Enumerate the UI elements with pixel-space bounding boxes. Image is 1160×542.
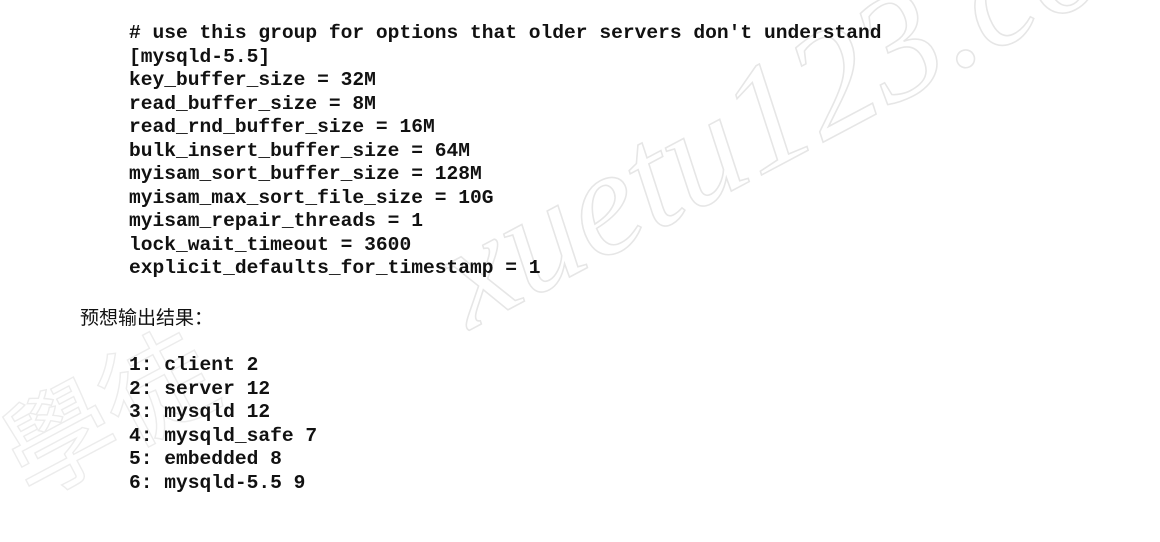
config-line: myisam_repair_threads = 1 — [129, 210, 423, 232]
result-line: 2: server 12 — [129, 377, 271, 400]
config-line: explicit_defaults_for_timestamp = 1 — [129, 257, 541, 279]
config-line: lock_wait_timeout = 3600 — [129, 233, 412, 256]
config-line: [mysqld-5.5] — [129, 45, 271, 68]
result-line: 3: mysqld 12 — [129, 401, 271, 423]
result-line: 4: mysqld_safe 7 — [129, 424, 318, 447]
config-line: myisam_max_sort_file_size = 10G — [129, 186, 494, 209]
expected-output-heading: 预想输出结果： — [80, 307, 214, 329]
config-line: myisam_sort_buffer_size = 128M — [129, 163, 482, 185]
result-line: 5: embedded 8 — [129, 448, 282, 470]
config-line: # use this group for options that older … — [129, 22, 882, 44]
result-line: 6: mysqld-5.5 9 — [129, 471, 306, 494]
config-line: key_buffer_size = 32M — [129, 69, 376, 91]
config-line: bulk_insert_buffer_size = 64M — [129, 139, 470, 162]
config-line: read_buffer_size = 8M — [129, 92, 376, 115]
result-line: 1: client 2 — [129, 354, 259, 376]
config-code-block: # use this group for options that older … — [129, 22, 882, 281]
expected-output-block: 1: client 2 2: server 12 3: mysqld 12 4: my… — [129, 354, 317, 495]
config-line: read_rnd_buffer_size = 16M — [129, 116, 435, 138]
